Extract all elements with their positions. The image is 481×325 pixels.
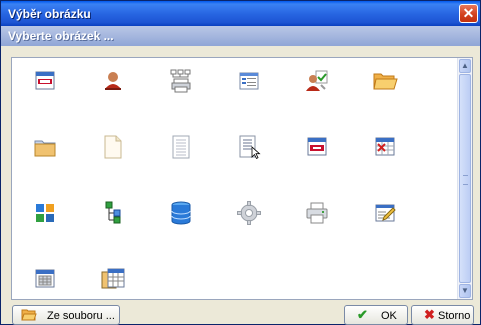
- image-picker-dialog: Výběr obrázku ✕ Vyberte obrázek ... ▲ ▼ …: [0, 0, 481, 325]
- ok-label: OK: [381, 310, 397, 322]
- blank-page-icon[interactable]: [100, 134, 132, 166]
- table-window-icon[interactable]: [100, 266, 132, 298]
- windows-logo-icon[interactable]: [32, 200, 64, 232]
- scroll-up-button[interactable]: ▲: [459, 59, 471, 73]
- scroll-thumb[interactable]: [459, 74, 471, 283]
- user-icon[interactable]: [100, 68, 132, 100]
- tree-structure-icon[interactable]: [100, 200, 132, 232]
- user-check-icon[interactable]: [304, 68, 336, 100]
- database-icon[interactable]: [168, 200, 200, 232]
- grid-delete-icon[interactable]: [372, 134, 404, 166]
- list-document-icon[interactable]: [236, 68, 268, 100]
- window-red-icon[interactable]: [304, 134, 336, 166]
- from-file-button[interactable]: Ze souboru ...: [12, 305, 120, 325]
- ok-button[interactable]: ✔ OK: [344, 305, 408, 325]
- chevron-up-icon: ▲: [461, 61, 469, 70]
- window-title: Výběr obrázku: [8, 7, 91, 21]
- folder-open-icon[interactable]: [372, 68, 404, 100]
- gear-icon[interactable]: [236, 200, 268, 232]
- icon-list: ▲ ▼: [11, 57, 473, 300]
- close-icon: ✕: [462, 5, 475, 21]
- scroll-grip: [463, 175, 468, 185]
- icon-grid: [12, 58, 460, 299]
- edit-window-icon[interactable]: [372, 200, 404, 232]
- dialog-header: Vyberte obrázek ...: [1, 26, 480, 46]
- title-bar[interactable]: Výběr obrázku ✕: [1, 1, 480, 26]
- close-button[interactable]: ✕: [459, 4, 478, 23]
- lined-page-icon[interactable]: [168, 134, 200, 166]
- folder-icon[interactable]: [32, 134, 64, 166]
- chevron-down-icon: ▼: [461, 286, 469, 295]
- calendar-window-icon[interactable]: [32, 266, 64, 298]
- folder-open-icon: [21, 308, 37, 325]
- printer-icon[interactable]: [304, 200, 336, 232]
- network-printer-icon[interactable]: [168, 68, 200, 100]
- close-icon: ✖: [424, 307, 435, 322]
- checkmark-icon: ✔: [357, 307, 368, 322]
- vertical-scrollbar[interactable]: ▲ ▼: [457, 58, 472, 299]
- cancel-button[interactable]: ✖ Storno: [411, 305, 474, 325]
- cancel-label: Storno: [438, 310, 471, 322]
- dialog-header-title: Vyberte obrázek ...: [8, 29, 114, 43]
- window-calendar-icon[interactable]: [32, 68, 64, 100]
- page-pointer-icon[interactable]: [236, 134, 268, 166]
- from-file-label: Ze souboru ...: [47, 310, 115, 322]
- scroll-down-button[interactable]: ▼: [459, 284, 471, 298]
